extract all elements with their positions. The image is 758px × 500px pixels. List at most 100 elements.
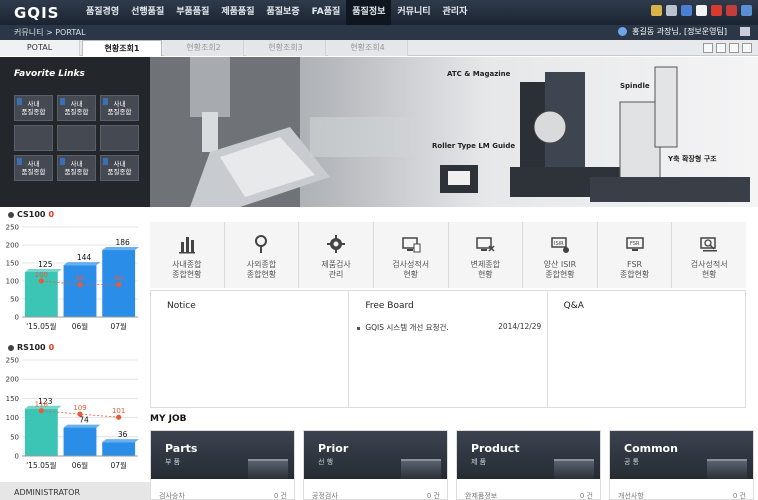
job-card[interactable]: Prior 선 행 공정검사 0 건: [303, 430, 448, 500]
nav-item[interactable]: 품질경영: [80, 0, 125, 25]
y-tick-label: 150: [6, 260, 19, 268]
tab-item[interactable]: 현황조회4: [328, 40, 408, 56]
board-title[interactable]: Free Board: [365, 301, 546, 311]
fsr-icon: FSR: [625, 237, 644, 251]
favorite-links-title: Favorite Links: [14, 69, 85, 79]
tab-item[interactable]: 현황조회3: [246, 40, 326, 56]
bar-chart-icon: [178, 237, 195, 254]
job-card-row-label: 개선사항: [618, 492, 644, 500]
board-row-title: GQIS 시스템 개선 요청건.: [357, 322, 449, 333]
user-label[interactable]: 홍길동 과장님, [정보운영팀]: [632, 26, 727, 37]
nav-item[interactable]: 품질정보: [346, 0, 392, 25]
favorite-link-icon: [17, 98, 22, 105]
flag-us-icon[interactable]: [726, 5, 737, 16]
job-card-name: Parts: [165, 442, 198, 455]
document-icon[interactable]: [666, 5, 677, 16]
upload-icon[interactable]: [740, 27, 750, 36]
nav-item[interactable]: 부품품질: [170, 0, 215, 25]
bookmark-icon[interactable]: [681, 5, 692, 16]
machine-image: [248, 459, 288, 479]
quick-link[interactable]: ISIR 양산 ISIR 종합현황: [523, 222, 598, 288]
quick-link[interactable]: 변제종합 현황: [449, 222, 524, 288]
bar: [63, 427, 97, 456]
logout-icon[interactable]: [741, 5, 752, 16]
job-card-row[interactable]: 검사승차 0 건: [159, 491, 287, 500]
job-card[interactable]: Common 공 통개선사항 0 건: [609, 430, 754, 500]
cs-bar-chart: 0 50 100 150 200 250 125 '15.05월 144 06월 186 07월 100…: [6, 224, 140, 331]
tile-icon[interactable]: [729, 43, 739, 53]
favorite-link-label: 사내 품질종합: [107, 100, 132, 116]
job-card-row[interactable]: 개선사항 0 건: [618, 491, 746, 500]
favorite-link[interactable]: [100, 125, 139, 151]
favorite-link[interactable]: 사내 품질종합: [100, 155, 139, 181]
tab-bar: POTAL 현황조회1 현황조회2 현황조회3 현황조회4: [0, 40, 758, 56]
print-icon[interactable]: [703, 43, 713, 53]
favorite-link[interactable]: 사내 품질종합: [100, 95, 139, 121]
cs-title-suffix: 0: [48, 210, 55, 219]
machine-image: [554, 459, 594, 479]
target-point: [116, 414, 122, 420]
favorite-link[interactable]: 사내 품질종합: [14, 155, 53, 181]
board-row[interactable]: GQIS 시스템 개선 요청건. 2014/12/29: [357, 322, 541, 333]
app-logo[interactable]: GQIS: [0, 4, 80, 22]
target-point: [77, 411, 83, 417]
svg-text:FSR: FSR: [630, 241, 640, 247]
job-card-row[interactable]: 공정검사 0 건: [312, 491, 440, 500]
main-menu: 품질경영 선행품질 부품품질 제품품질 품질보증 FA품질 품질정보 커뮤니티 관리자: [80, 0, 473, 25]
job-card-row-count: 0 건: [273, 492, 287, 500]
target-point: [38, 278, 44, 284]
nav-item[interactable]: 관리자: [437, 0, 474, 25]
quick-link[interactable]: 사외종합 종합현황: [225, 222, 300, 288]
bar-value-label: 74: [79, 416, 89, 425]
x-tick-label: 07월: [110, 460, 127, 470]
administrator-label[interactable]: ADMINISTRATOR: [0, 482, 150, 500]
job-card-row[interactable]: 완제품정보 0 건: [465, 491, 593, 500]
home-icon[interactable]: [651, 5, 662, 16]
quick-link[interactable]: 검사성적서 현황: [374, 222, 449, 288]
nav-item[interactable]: 선행품질: [125, 0, 170, 25]
quick-link[interactable]: 제품검사 관리: [299, 222, 374, 288]
my-job-title: MY JOB: [150, 414, 187, 424]
isir-icon: ISIR: [551, 237, 569, 253]
boards-panel: Notice Free Board GQIS 시스템 개선 요청건. 2014/12/…: [150, 290, 746, 408]
quick-link[interactable]: 사내종합 종합현황: [150, 222, 225, 288]
y-tick-label: 250: [6, 224, 19, 232]
board-title[interactable]: Q&A: [564, 301, 745, 311]
board-title[interactable]: Notice: [167, 301, 348, 311]
nav-item[interactable]: 품질보증: [261, 0, 306, 25]
job-card[interactable]: Parts 부 품 검사승차 0 건: [150, 430, 295, 500]
favorite-link-icon: [103, 158, 108, 165]
job-card-row-label: 완제품정보: [465, 492, 498, 500]
job-card-header: Common 공 통: [610, 431, 753, 479]
favorite-link[interactable]: 사내 품질종합: [57, 95, 96, 121]
job-card[interactable]: Product 제 품 완제품정보 0 건: [456, 430, 601, 500]
nav-item[interactable]: 제품품질: [215, 0, 260, 25]
y-tick-label: 50: [10, 296, 19, 304]
flag-cn-icon[interactable]: [711, 5, 722, 16]
banner-label-spindle: Spindle: [620, 82, 650, 90]
quick-link[interactable]: 검사성적서 현황: [672, 222, 746, 288]
close-tab-icon[interactable]: [742, 43, 752, 53]
board-panel: Notice: [151, 291, 350, 407]
quick-link[interactable]: FSR FSR 종합현황: [598, 222, 673, 288]
window-icon[interactable]: [716, 43, 726, 53]
favorite-link[interactable]: [14, 125, 53, 151]
banner-label-roller: Roller Type LM Guide: [432, 142, 516, 150]
tab-item[interactable]: 현황조회2: [164, 40, 244, 56]
tab-item[interactable]: 현황조회1: [82, 40, 162, 56]
favorite-link[interactable]: [57, 125, 96, 151]
quick-link-label: 사외종합 종합현황: [246, 260, 277, 279]
nav-item[interactable]: FA품질: [306, 0, 347, 25]
target-value-label: 109: [73, 404, 86, 412]
favorite-link-icon: [103, 98, 108, 105]
favorite-link[interactable]: 사내 품질종합: [14, 95, 53, 121]
favorite-link-icon: [60, 98, 65, 105]
target-value-label: 90: [114, 275, 123, 283]
favorite-link[interactable]: 사내 품질종합: [57, 155, 96, 181]
nav-item[interactable]: 커뮤니티: [391, 0, 436, 25]
tab-item[interactable]: POTAL: [0, 40, 80, 56]
quick-link-label: FSR 종합현황: [619, 260, 650, 279]
y-tick-label: 100: [6, 278, 19, 286]
flag-kr-icon[interactable]: [696, 5, 707, 16]
bullet-icon: [8, 211, 14, 218]
